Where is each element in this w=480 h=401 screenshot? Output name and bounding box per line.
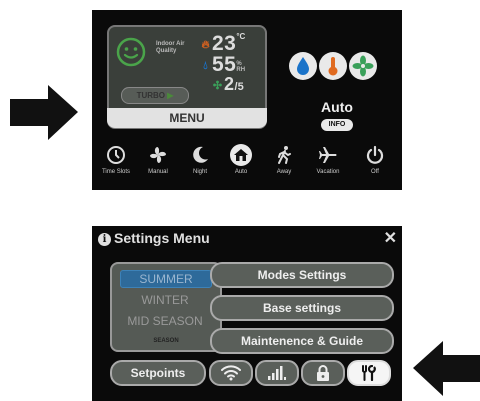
speed-max: /5 xyxy=(234,81,244,93)
setpoints-button[interactable]: Setpoints xyxy=(110,360,206,386)
nav-label: Vacation xyxy=(316,169,340,175)
season-option-winter[interactable]: WINTER xyxy=(120,292,210,308)
mode-nav-bar: Time Slots Manual Night Auto Away Vacati… xyxy=(92,143,402,188)
base-settings-button[interactable]: Base settings xyxy=(210,295,394,321)
nav-label: Manual xyxy=(148,169,168,175)
settings-title: i Settings Menu xyxy=(98,230,210,246)
signal-bars-icon xyxy=(268,366,286,380)
lock-button[interactable] xyxy=(301,360,345,386)
wifi-button[interactable] xyxy=(209,360,253,386)
fan-speed-icon: ✣ xyxy=(212,80,223,93)
nav-auto[interactable]: Auto xyxy=(223,143,259,175)
thermometer-icon xyxy=(319,52,347,80)
mode-label: Auto xyxy=(321,99,353,115)
menu-button[interactable]: MENU xyxy=(107,108,267,128)
humidity-unit-bottom: RH xyxy=(236,66,246,73)
nav-label: Auto xyxy=(234,169,248,175)
nav-away[interactable]: Away xyxy=(266,143,302,175)
season-label: SEASON xyxy=(153,338,179,344)
home-icon xyxy=(234,149,248,161)
flame-icon: 🔥︎ xyxy=(201,39,210,52)
nav-vacation[interactable]: Vacation xyxy=(310,143,346,175)
fan-icon xyxy=(349,52,377,80)
main-screen: Indoor Air Quality 🔥︎ 23°C 💧︎ 55% RH ✣ 2/5 T… xyxy=(92,10,402,190)
season-selector: SUMMER WINTER MID SEASON SEASON xyxy=(110,262,222,352)
tools-button[interactable] xyxy=(347,360,391,386)
signal-button[interactable] xyxy=(255,360,299,386)
speed-value: 2 xyxy=(224,74,235,94)
info-icon: i xyxy=(98,233,111,246)
close-icon[interactable]: ✕ xyxy=(384,228,397,248)
nav-label: Time Slots xyxy=(101,169,131,175)
nav-time-slots[interactable]: Time Slots xyxy=(98,143,134,175)
nav-manual[interactable]: Manual xyxy=(140,143,176,175)
maintenance-guide-button[interactable]: Maintenence & Guide xyxy=(210,328,394,354)
smiley-face-icon xyxy=(116,37,146,67)
temperature-unit: °C xyxy=(236,32,246,41)
season-option-summer[interactable]: SUMMER xyxy=(120,270,212,288)
turbo-label: TURBO xyxy=(136,91,166,100)
info-button[interactable]: INFO xyxy=(321,119,353,131)
fan-icon xyxy=(150,147,166,163)
settings-screen: i Settings Menu ✕ SUMMER WINTER MID SEASO… xyxy=(92,226,402,401)
power-icon xyxy=(366,145,384,164)
modes-settings-button[interactable]: Modes Settings xyxy=(210,262,394,288)
water-drop-icon xyxy=(289,52,317,80)
indoor-air-quality-label: Indoor Air Quality xyxy=(156,41,185,54)
mode-icons xyxy=(287,52,387,92)
tools-icon xyxy=(362,365,376,381)
right-pointing-arrow xyxy=(10,85,78,140)
settings-title-text: Settings Menu xyxy=(114,230,210,246)
wifi-icon xyxy=(221,365,241,381)
season-option-mid-season[interactable]: MID SEASON xyxy=(120,313,210,329)
play-icon: ▶ xyxy=(167,91,174,100)
nav-label: Off xyxy=(371,169,379,175)
nav-off[interactable]: Off xyxy=(357,143,393,175)
walking-person-icon xyxy=(278,146,291,164)
moon-icon xyxy=(193,146,208,163)
nav-label: Away xyxy=(276,169,292,175)
nav-night[interactable]: Night xyxy=(182,143,218,175)
clock-icon xyxy=(107,146,125,164)
speed-row: ✣ 2/5 xyxy=(211,74,244,95)
nav-label: Night xyxy=(192,169,207,175)
water-drop-icon: 💧︎ xyxy=(203,60,208,73)
lock-icon xyxy=(317,365,329,381)
left-pointing-arrow xyxy=(413,341,480,396)
turbo-button[interactable]: TURBO ▶ xyxy=(121,87,189,104)
temperature-value: 23 xyxy=(212,32,237,55)
humidity-value: 55 xyxy=(212,53,237,76)
airplane-icon xyxy=(319,147,337,163)
